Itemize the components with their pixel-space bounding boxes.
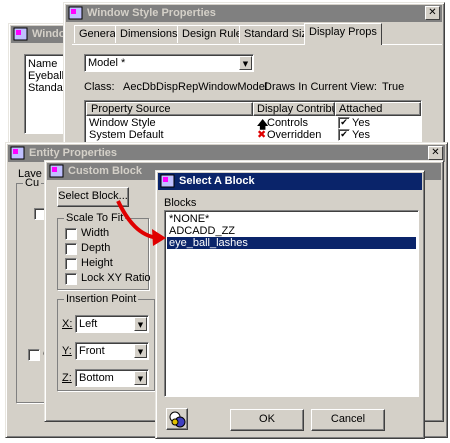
entity-checkbox[interactable]	[28, 349, 40, 361]
y-combo[interactable]: Front ▼	[75, 342, 149, 360]
row-source: Window Style	[89, 117, 156, 129]
tab-display-props[interactable]: Display Props	[304, 23, 382, 45]
x-combo[interactable]: Left ▼	[75, 315, 149, 333]
column-header-source[interactable]: Property Source	[86, 102, 253, 116]
select-a-block-window: Select A Block Blocks *NONE* ADCADD_ZZ e…	[155, 170, 425, 439]
y-label: Y:	[62, 345, 72, 357]
row-attached: Yes	[352, 117, 370, 129]
model-combo-value: Model *	[88, 57, 126, 69]
app-icon	[160, 174, 175, 188]
block-preview-button[interactable]	[166, 408, 188, 430]
blocks-label: Blocks	[164, 197, 197, 209]
class-label: Class:	[84, 81, 115, 93]
close-button[interactable]: ✕	[425, 6, 440, 20]
app-icon	[49, 164, 64, 178]
app-icon	[10, 146, 25, 160]
height-label: Height	[81, 257, 113, 269]
custom-block-title: Custom Block	[68, 165, 142, 177]
table-row[interactable]: Window Style 🡅 Controls ✔ Yes	[86, 117, 420, 131]
overridden-icon: ✖	[257, 128, 267, 141]
style-name-item[interactable]: Eyeball	[28, 70, 64, 82]
app-icon	[13, 27, 28, 41]
cancel-button[interactable]: Cancel	[311, 409, 385, 431]
app-icon	[68, 6, 83, 20]
row-attached: Yes	[352, 129, 370, 141]
chevron-down-icon[interactable]: ▼	[134, 371, 147, 385]
row-source: System Default	[89, 129, 164, 141]
attached-checkbox[interactable]: ✔	[338, 129, 350, 141]
style-name-header: Name	[28, 58, 58, 70]
chevron-down-icon[interactable]: ▼	[134, 344, 147, 358]
class-value: AecDbDispRepWindowModel	[123, 81, 268, 93]
column-header-attached[interactable]: Attached	[335, 102, 421, 116]
entity-properties-title: Entity Properties	[29, 147, 118, 159]
row-contribution: Controls	[267, 117, 308, 129]
window-style-title: Window Style Properties	[87, 7, 216, 19]
list-item[interactable]: *NONE*	[167, 213, 416, 225]
tab-dimensions[interactable]: Dimensions	[115, 25, 183, 43]
blocks-list[interactable]: *NONE* ADCADD_ZZ eye_ball_lashes	[164, 210, 419, 397]
column-header-contribution[interactable]: Display Contribut...	[253, 102, 335, 116]
window-style-back-title: Windo	[32, 28, 66, 40]
ok-button[interactable]: OK	[230, 409, 304, 431]
row-contribution: Overridden	[267, 129, 322, 141]
lock-xy-ratio-label: Lock XY Ratio	[81, 272, 151, 284]
scale-to-fit-title: Scale To Fit	[64, 212, 126, 224]
attached-checkbox[interactable]: ✔	[338, 117, 350, 129]
entity-custom-group-title: Cu	[23, 177, 42, 189]
depth-label: Depth	[81, 242, 111, 254]
select-a-block-title: Select A Block	[179, 175, 255, 187]
height-checkbox[interactable]	[65, 258, 77, 270]
select-block-button-label: Select Block...	[58, 190, 128, 202]
window-style-tab-strip: General Dimensions Design Rules Standard…	[72, 23, 442, 45]
block-preview-icon	[169, 411, 186, 428]
z-label: Z:	[62, 372, 72, 384]
insertion-point-title: Insertion Point	[64, 293, 139, 305]
table-row[interactable]: System Default ✖ Overridden ✔ Yes	[86, 128, 420, 141]
y-combo-value: Front	[79, 345, 105, 357]
list-item-selected[interactable]: eye_ball_lashes	[167, 237, 416, 249]
z-combo-value: Bottom	[79, 372, 114, 384]
width-label: Width	[81, 227, 110, 239]
depth-checkbox[interactable]	[65, 243, 77, 255]
draws-value: True	[382, 81, 405, 93]
ok-button-label: OK	[259, 413, 275, 425]
window-style-titlebar[interactable]: Window Style Properties ✕	[66, 5, 442, 22]
chevron-down-icon[interactable]: ▼	[134, 317, 147, 331]
draws-label: Draws In Current View:	[264, 81, 377, 93]
x-label: X:	[62, 318, 73, 330]
cancel-button-label: Cancel	[330, 413, 366, 425]
select-block-button[interactable]: Select Block...	[57, 187, 129, 207]
list-item[interactable]: ADCADD_ZZ	[167, 225, 416, 237]
chevron-down-icon[interactable]: ▼	[239, 56, 252, 70]
select-a-block-titlebar[interactable]: Select A Block	[158, 173, 422, 190]
x-combo-value: Left	[79, 318, 98, 330]
z-combo[interactable]: Bottom ▼	[75, 369, 149, 387]
model-combo[interactable]: Model * ▼	[84, 54, 254, 72]
width-checkbox[interactable]	[65, 228, 77, 240]
close-button[interactable]: ✕	[428, 146, 443, 160]
table-header-row: Property Source Display Contribut... Att…	[86, 102, 421, 116]
lock-xy-ratio-checkbox[interactable]	[65, 273, 77, 285]
